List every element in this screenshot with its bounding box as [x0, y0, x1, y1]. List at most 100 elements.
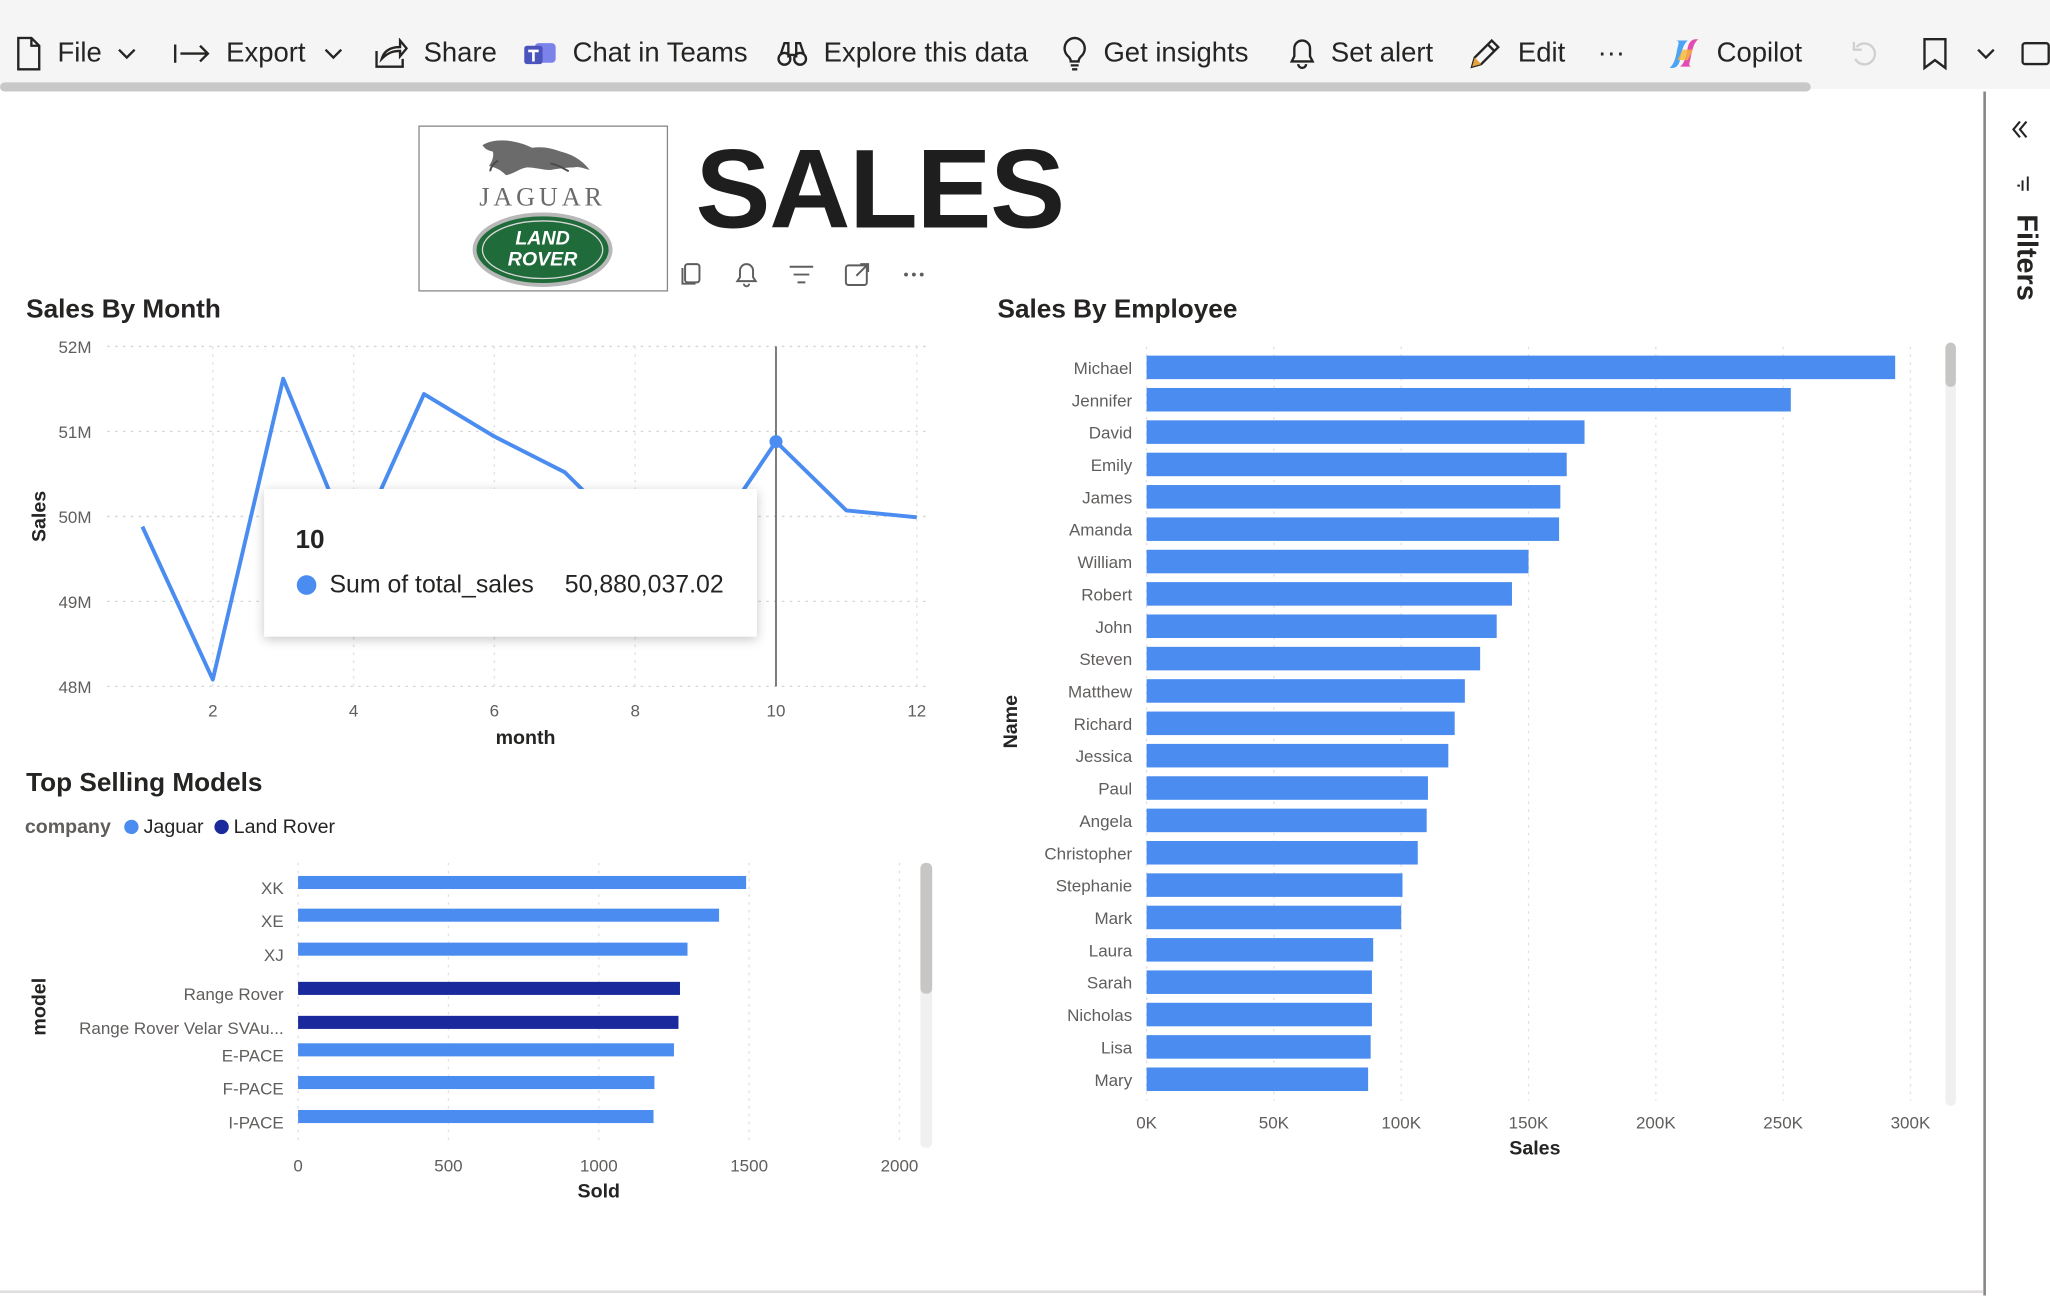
category-label: XK	[261, 879, 284, 898]
more-icon: ···	[1597, 37, 1626, 68]
employee-label: Amanda	[1069, 521, 1133, 540]
filters-pane-label[interactable]: Filters	[2004, 214, 2044, 319]
teams-icon	[524, 43, 556, 65]
legend-dot	[124, 819, 139, 835]
bar	[1146, 743, 1449, 768]
jaguar-land-rover-logo: JAGUAR LAND ROVER	[418, 125, 669, 292]
lightbulb-icon	[1063, 36, 1086, 71]
file-menu[interactable]: File	[16, 31, 136, 75]
export-menu[interactable]: Export	[174, 31, 342, 75]
more-options-button[interactable]: ···	[1598, 31, 1625, 75]
x-tick-label: 50K	[1259, 1113, 1290, 1132]
x-tick-label: 0	[293, 1156, 302, 1175]
employee-label: Mary	[1094, 1071, 1132, 1090]
x-tick-label: 200K	[1636, 1113, 1676, 1132]
x-tick-label: 250K	[1763, 1113, 1803, 1132]
logo-land-text: LAND	[515, 227, 569, 249]
collapse-chevron-icon[interactable]	[2011, 120, 2029, 138]
x-tick-label: 500	[434, 1156, 462, 1175]
x-axis-title: month	[496, 727, 556, 749]
share-button[interactable]: Share	[374, 31, 497, 75]
employee-label: Robert	[1081, 585, 1132, 604]
more-options-icon[interactable]	[899, 260, 928, 289]
copilot-button[interactable]: Copilot	[1667, 31, 1802, 75]
bell-icon	[1289, 39, 1315, 70]
employee-label: Jessica	[1076, 747, 1133, 766]
x-axis-title: Sold	[578, 1181, 620, 1203]
employee-label: Michael	[1074, 359, 1133, 378]
x-tick-label: 2000	[881, 1156, 919, 1175]
bar	[1146, 873, 1403, 897]
category-label: Range Rover	[184, 985, 284, 1004]
x-axis-title: Sales	[1509, 1137, 1560, 1159]
report-title: SALES	[695, 126, 1066, 253]
sales-by-employee-chart[interactable]: 0K 50K 100K 150K 200K 250K 300K Michael Jennifer…	[981, 327, 1975, 1177]
x-tick-label: 1500	[730, 1156, 768, 1175]
alert-bell-icon[interactable]	[732, 260, 761, 289]
top-selling-models-chart[interactable]: 0 500 1000 1500 2000 XK XE XJ Range Rover Range R…	[0, 850, 954, 1216]
x-tick-label: 4	[349, 701, 358, 720]
models-chart-title: Top Selling Models	[26, 768, 263, 798]
chart-tooltip: 10 Sum of total_sales 50,880,037.02	[264, 488, 757, 637]
filter-lines-icon[interactable]	[787, 260, 816, 289]
bar	[1146, 970, 1372, 994]
undo-button[interactable]	[1850, 31, 1894, 75]
set-alert-label: Set alert	[1330, 37, 1434, 68]
set-alert-button[interactable]: Set alert	[1289, 31, 1433, 75]
bar	[1146, 1035, 1371, 1059]
category-label: I-PACE	[228, 1113, 283, 1132]
bar	[298, 1075, 655, 1090]
scrollbar-thumb	[1945, 342, 1956, 387]
line-chart-title: Sales By Month	[26, 295, 221, 325]
x-tick-label: 2	[208, 701, 217, 720]
tooltip-value: 50,880,037.02	[564, 571, 724, 599]
chevron-down-icon	[117, 48, 136, 60]
employee-label: Mark	[1094, 909, 1132, 928]
chat-in-teams-label: Chat in Teams	[572, 37, 748, 68]
bar	[1146, 711, 1455, 736]
explore-data-button[interactable]: Explore this data	[777, 31, 1028, 75]
get-insights-button[interactable]: Get insights	[1062, 31, 1248, 75]
pencil-icon	[1470, 38, 1500, 69]
y-axis-title: Name	[1000, 695, 1022, 749]
employee-label: David	[1089, 424, 1132, 443]
y-tick-label: 48M	[58, 678, 91, 697]
view-button[interactable]	[2021, 31, 2050, 75]
employee-label: James	[1082, 488, 1132, 507]
bar	[298, 875, 747, 890]
bar	[1146, 776, 1428, 800]
bar	[1146, 679, 1465, 703]
window-icon	[2021, 41, 2050, 66]
bookmark-button[interactable]	[1922, 31, 1995, 75]
x-tick-label: 150K	[1509, 1113, 1549, 1132]
chat-in-teams-button[interactable]: Chat in Teams	[523, 31, 748, 75]
copy-visual-icon[interactable]	[677, 260, 706, 289]
focus-mode-icon[interactable]	[843, 260, 872, 289]
report-window: File Export Share Chat in Teams Explore …	[0, 0, 2050, 1296]
bar	[298, 942, 688, 956]
bar	[1146, 452, 1567, 477]
bar	[1146, 355, 1896, 380]
legend-dot	[214, 819, 229, 835]
toolbar-scrollbar[interactable]	[0, 82, 1811, 92]
bar	[1146, 387, 1791, 412]
legend-item-land-rover[interactable]: Land Rover	[214, 816, 335, 838]
export-label: Export	[226, 37, 306, 68]
bar	[298, 1043, 674, 1057]
bar	[298, 981, 680, 995]
bar	[1146, 840, 1418, 865]
x-tick-label: 6	[490, 701, 499, 720]
edit-button[interactable]: Edit	[1468, 31, 1565, 75]
scrollbar-thumb	[920, 862, 933, 994]
employee-label: Jennifer	[1072, 391, 1133, 410]
category-label: F-PACE	[223, 1079, 284, 1098]
y-tick-label: 52M	[58, 338, 91, 357]
page-bottom-divider	[0, 1290, 1984, 1294]
tooltip-header: 10	[295, 525, 325, 555]
y-tick-label: 49M	[58, 593, 91, 612]
employee-label: Sarah	[1087, 974, 1132, 993]
category-label: XJ	[264, 946, 284, 965]
legend-item-jaguar[interactable]: Jaguar	[124, 816, 204, 838]
legend-title: company	[24, 815, 111, 839]
copilot-icon	[1669, 39, 1699, 68]
